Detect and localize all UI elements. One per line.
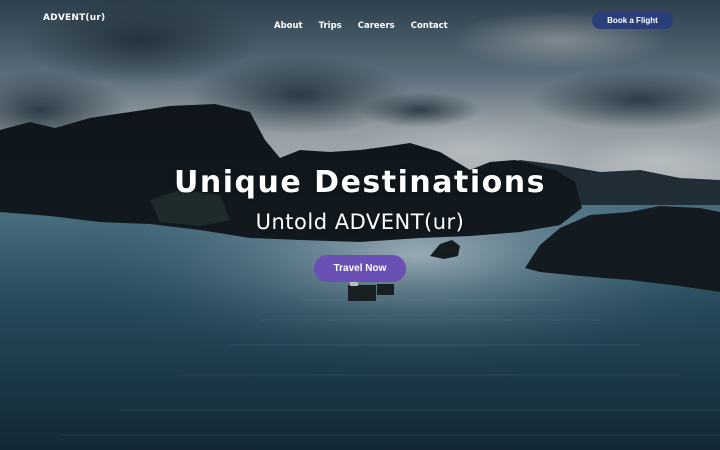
nav-item-about: About bbox=[274, 13, 319, 32]
hero-section: ADVENT(ur) About Trips Careers Contact B… bbox=[0, 0, 720, 450]
nav-item-careers: Careers bbox=[358, 13, 411, 32]
brand-logo-link[interactable]: ADVENT(ur) bbox=[43, 13, 105, 23]
nav-link-trips[interactable]: Trips bbox=[319, 21, 342, 31]
travel-now-button[interactable]: Travel Now bbox=[314, 255, 406, 282]
nav-link-about[interactable]: About bbox=[274, 21, 303, 31]
nav-item-trips: Trips bbox=[319, 13, 358, 32]
nav-link-careers[interactable]: Careers bbox=[358, 21, 395, 31]
hero-title: Unique Destinations bbox=[174, 165, 546, 200]
book-flight-button[interactable]: Book a Flight bbox=[592, 11, 673, 29]
hero-content: Unique Destinations Untold ADVENT(ur) Tr… bbox=[0, 0, 720, 450]
top-navbar: ADVENT(ur) About Trips Careers Contact B… bbox=[0, 0, 720, 40]
nav-item-contact: Contact bbox=[411, 13, 464, 32]
nav-link-contact[interactable]: Contact bbox=[411, 21, 448, 31]
hero-subtitle: Untold ADVENT(ur) bbox=[255, 210, 465, 234]
nav-links: About Trips Careers Contact bbox=[274, 13, 464, 32]
